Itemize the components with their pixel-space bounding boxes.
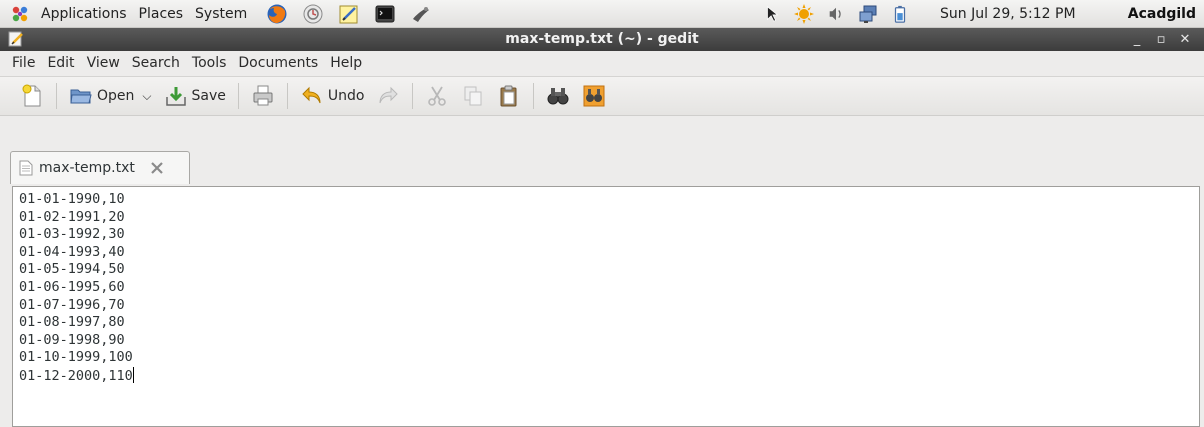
copy-button[interactable] bbox=[455, 80, 491, 112]
text-line[interactable]: 01-04-1993,40 bbox=[19, 244, 1199, 262]
screenshot-icon[interactable] bbox=[410, 3, 432, 25]
toolbar-separator bbox=[237, 83, 239, 109]
text-line[interactable]: 01-10-1999,100 bbox=[19, 349, 1199, 367]
menu-tools[interactable]: Tools bbox=[186, 51, 233, 76]
launchers bbox=[259, 3, 439, 25]
window-controls: _ ▫ ✕ bbox=[1124, 28, 1196, 51]
terminal-icon[interactable] bbox=[374, 3, 396, 25]
window-titlebar[interactable]: max-temp.txt (~) - gedit _ ▫ ✕ bbox=[0, 28, 1204, 51]
document-lines[interactable]: 01-01-1990,10 01-02-1991,20 01-03-1992,3… bbox=[13, 187, 1199, 385]
cursor-icon bbox=[762, 4, 782, 24]
user-name[interactable]: Acadgild bbox=[1128, 0, 1196, 28]
menu-file[interactable]: File bbox=[6, 51, 41, 76]
text-line[interactable]: 01-09-1998,90 bbox=[19, 332, 1199, 350]
tab-max-temp[interactable]: max-temp.txt bbox=[10, 151, 190, 184]
volume-icon[interactable] bbox=[826, 4, 846, 24]
cut-icon bbox=[428, 86, 447, 106]
cut-button[interactable] bbox=[419, 80, 455, 112]
text-line[interactable]: 01-01-1990,10 bbox=[19, 191, 1199, 209]
undo-button[interactable]: Undo bbox=[294, 80, 371, 112]
panel-clock[interactable]: Sun Jul 29, 5:12 PM bbox=[940, 0, 1076, 28]
undo-icon bbox=[302, 86, 321, 104]
save-label: Save bbox=[191, 88, 226, 104]
network-update-icon[interactable] bbox=[302, 3, 324, 25]
document-icon bbox=[19, 160, 33, 176]
redo-button[interactable] bbox=[370, 80, 406, 112]
new-document-icon bbox=[22, 84, 41, 107]
text-line[interactable]: 01-07-1996,70 bbox=[19, 297, 1199, 315]
menu-edit[interactable]: Edit bbox=[41, 51, 80, 76]
system-tray bbox=[756, 3, 916, 25]
menu-documents[interactable]: Documents bbox=[232, 51, 324, 76]
printer-icon bbox=[253, 85, 273, 106]
panel-menu-system[interactable]: System bbox=[189, 0, 253, 28]
text-editor[interactable]: 01-01-1990,10 01-02-1991,20 01-03-1992,3… bbox=[12, 186, 1200, 427]
find-replace-icon bbox=[583, 85, 605, 107]
menu-view[interactable]: View bbox=[81, 51, 126, 76]
text-line[interactable]: 01-02-1991,20 bbox=[19, 209, 1199, 227]
toolbar-separator bbox=[412, 83, 414, 109]
text-line[interactable]: 01-06-1995,60 bbox=[19, 279, 1199, 297]
text-cursor bbox=[132, 366, 134, 383]
save-button[interactable]: Save bbox=[158, 80, 232, 112]
print-button[interactable] bbox=[245, 80, 281, 112]
applications-icon[interactable] bbox=[10, 4, 30, 24]
text-line[interactable]: 01-12-2000,110 bbox=[19, 368, 133, 384]
text-editor-icon[interactable] bbox=[338, 3, 360, 25]
save-icon bbox=[165, 87, 186, 106]
maximize-button[interactable]: ▫ bbox=[1150, 30, 1172, 50]
folder-open-icon bbox=[70, 89, 92, 104]
close-button[interactable]: ✕ bbox=[1174, 30, 1196, 50]
find-button[interactable] bbox=[540, 80, 576, 112]
network-icon[interactable] bbox=[858, 4, 878, 24]
text-line[interactable]: 01-03-1992,30 bbox=[19, 226, 1199, 244]
top-panel: Applications Places System Sun Jul 29, 5… bbox=[0, 0, 1204, 28]
toolbar-separator bbox=[286, 83, 288, 109]
menubar: File Edit View Search Tools Documents He… bbox=[0, 51, 1204, 76]
redo-icon bbox=[379, 86, 399, 104]
toolbar-separator bbox=[533, 83, 535, 109]
paste-icon bbox=[500, 85, 517, 107]
paste-button[interactable] bbox=[491, 80, 527, 112]
panel-menu-applications[interactable]: Applications bbox=[35, 0, 133, 28]
open-button[interactable]: Open ⌵ bbox=[63, 80, 158, 112]
text-line[interactable]: 01-08-1997,80 bbox=[19, 314, 1199, 332]
close-icon[interactable] bbox=[149, 160, 165, 176]
toolbar-separator bbox=[56, 83, 57, 109]
toolbar: Open ⌵ Save Undo bbox=[0, 76, 1204, 116]
tab-bar: max-temp.txt bbox=[0, 117, 1204, 186]
undo-label: Undo bbox=[327, 88, 365, 104]
last-text-line[interactable]: 01-12-2000,110 bbox=[19, 366, 1199, 385]
menu-search[interactable]: Search bbox=[126, 51, 186, 76]
text-line[interactable]: 01-05-1994,50 bbox=[19, 261, 1199, 279]
copy-icon bbox=[464, 86, 482, 106]
window-title: max-temp.txt (~) - gedit bbox=[505, 31, 699, 47]
binoculars-icon bbox=[547, 88, 569, 105]
tab-label: max-temp.txt bbox=[39, 160, 135, 176]
open-label: Open bbox=[97, 88, 135, 104]
menu-help[interactable]: Help bbox=[324, 51, 368, 76]
panel-menu-places[interactable]: Places bbox=[133, 0, 190, 28]
new-button[interactable] bbox=[14, 80, 50, 112]
find-replace-button[interactable] bbox=[576, 80, 612, 112]
chevron-down-icon[interactable]: ⌵ bbox=[142, 89, 151, 104]
firefox-icon[interactable] bbox=[266, 3, 288, 25]
minimize-button[interactable]: _ bbox=[1126, 30, 1148, 50]
updates-icon[interactable] bbox=[794, 4, 814, 24]
battery-icon[interactable] bbox=[890, 4, 910, 24]
